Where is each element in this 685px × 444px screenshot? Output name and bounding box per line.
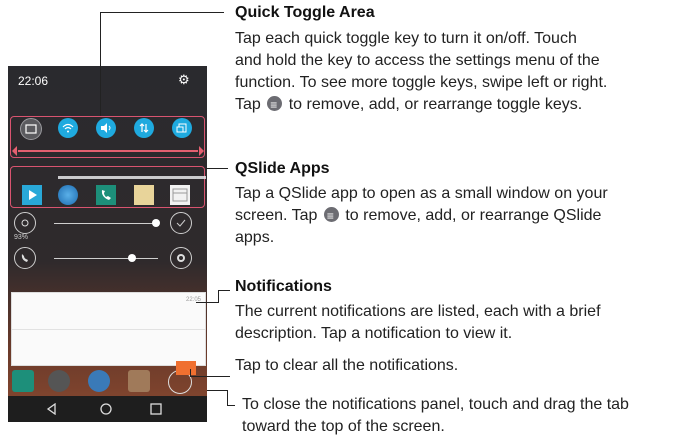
quick-toggle-leader	[100, 12, 101, 116]
quick-toggle-tap: Tap	[235, 96, 261, 113]
edit-qslide-icon	[323, 205, 339, 227]
notification-divider	[12, 329, 205, 330]
qslide-tail: to remove, add, or rearrange QSlide	[340, 207, 602, 224]
qslide-tap: screen. Tap	[235, 207, 318, 224]
volume-slider[interactable]	[14, 247, 204, 273]
clear-notifications-button[interactable]	[176, 361, 196, 375]
battery-percent: 93%	[14, 234, 29, 241]
notifications-title: Notifications	[235, 278, 332, 295]
edit-toggles-icon	[267, 94, 283, 116]
qslide-swipe-line	[58, 176, 206, 179]
back-icon[interactable]	[46, 403, 58, 415]
qslide-highlight	[10, 166, 205, 208]
close-line-2: toward the top of the screen.	[242, 418, 445, 435]
clear-leader-v	[190, 369, 191, 377]
notifications-leader-in	[196, 302, 219, 303]
messaging-app-icon[interactable]	[128, 370, 150, 392]
quick-toggle-line-2: and hold the key to access the settings …	[235, 52, 600, 69]
qslide-desc: Tap a QSlide app to open as a small wind…	[235, 183, 685, 249]
phone-screenshot: 22:06 ⚙ 93% 22:05	[8, 66, 207, 422]
qslide-title: QSlide Apps	[235, 160, 330, 177]
qslide-line-3: apps.	[235, 229, 275, 246]
quick-toggle-leader-h	[100, 12, 224, 13]
phone-app-icon[interactable]	[12, 370, 34, 392]
notifications-line-1: The current notifications are listed, ea…	[235, 303, 601, 320]
close-line-1: To close the notifications panel, touch …	[242, 396, 629, 413]
notification-list[interactable]: 22:05	[11, 292, 206, 366]
gear-icon[interactable]: ⚙	[178, 72, 190, 88]
quick-toggle-highlight	[10, 116, 205, 158]
quick-toggle-title: Quick Toggle Area	[235, 4, 375, 21]
qslide-line-1: Tap a QSlide app to open as a small wind…	[235, 185, 608, 202]
quick-toggle-line-4: Tap to remove, add, or rearrange toggle …	[235, 94, 685, 116]
quick-toggle-tail: to remove, add, or rearrange toggle keys…	[284, 96, 583, 113]
notifications-desc: The current notifications are listed, ea…	[235, 301, 685, 345]
clear-desc: Tap to clear all the notifications.	[235, 357, 459, 374]
brightness-knob[interactable]	[152, 219, 160, 227]
navigation-bar	[8, 396, 207, 422]
quick-toggle-line-1: Tap each quick toggle key to turn it on/…	[235, 30, 577, 47]
browser-app-icon[interactable]	[88, 370, 110, 392]
brightness-icon	[14, 212, 36, 234]
sound-settings-icon[interactable]	[170, 247, 192, 269]
brightness-slider[interactable]: 93%	[14, 212, 204, 241]
volume-track	[54, 258, 158, 259]
close-leader-v	[227, 390, 228, 406]
brightness-track	[54, 223, 158, 224]
dock-row	[8, 361, 207, 396]
contacts-app-icon[interactable]	[48, 370, 70, 392]
recents-icon[interactable]	[150, 403, 162, 415]
clear-leader	[190, 376, 230, 377]
home-icon[interactable]	[100, 403, 112, 415]
auto-brightness-icon[interactable]	[170, 212, 192, 234]
quick-toggle-desc: Tap each quick toggle key to turn it on/…	[235, 28, 685, 116]
status-time: 22:06	[18, 74, 49, 88]
quick-toggle-line-3: function. To see more toggle keys, swipe…	[235, 74, 608, 91]
notifications-line-2: description. Tap a notification to view …	[235, 325, 513, 342]
qslide-leader	[206, 168, 228, 169]
ringtone-icon	[14, 247, 36, 269]
close-leader-h	[207, 390, 227, 391]
volume-knob[interactable]	[128, 254, 136, 262]
close-desc: To close the notifications panel, touch …	[242, 394, 685, 438]
qslide-line-2: screen. Tap to remove, add, or rearrange…	[235, 205, 685, 227]
notifications-leader-v	[218, 290, 219, 302]
notifications-leader-h	[218, 290, 230, 291]
close-leader-end	[227, 405, 235, 406]
